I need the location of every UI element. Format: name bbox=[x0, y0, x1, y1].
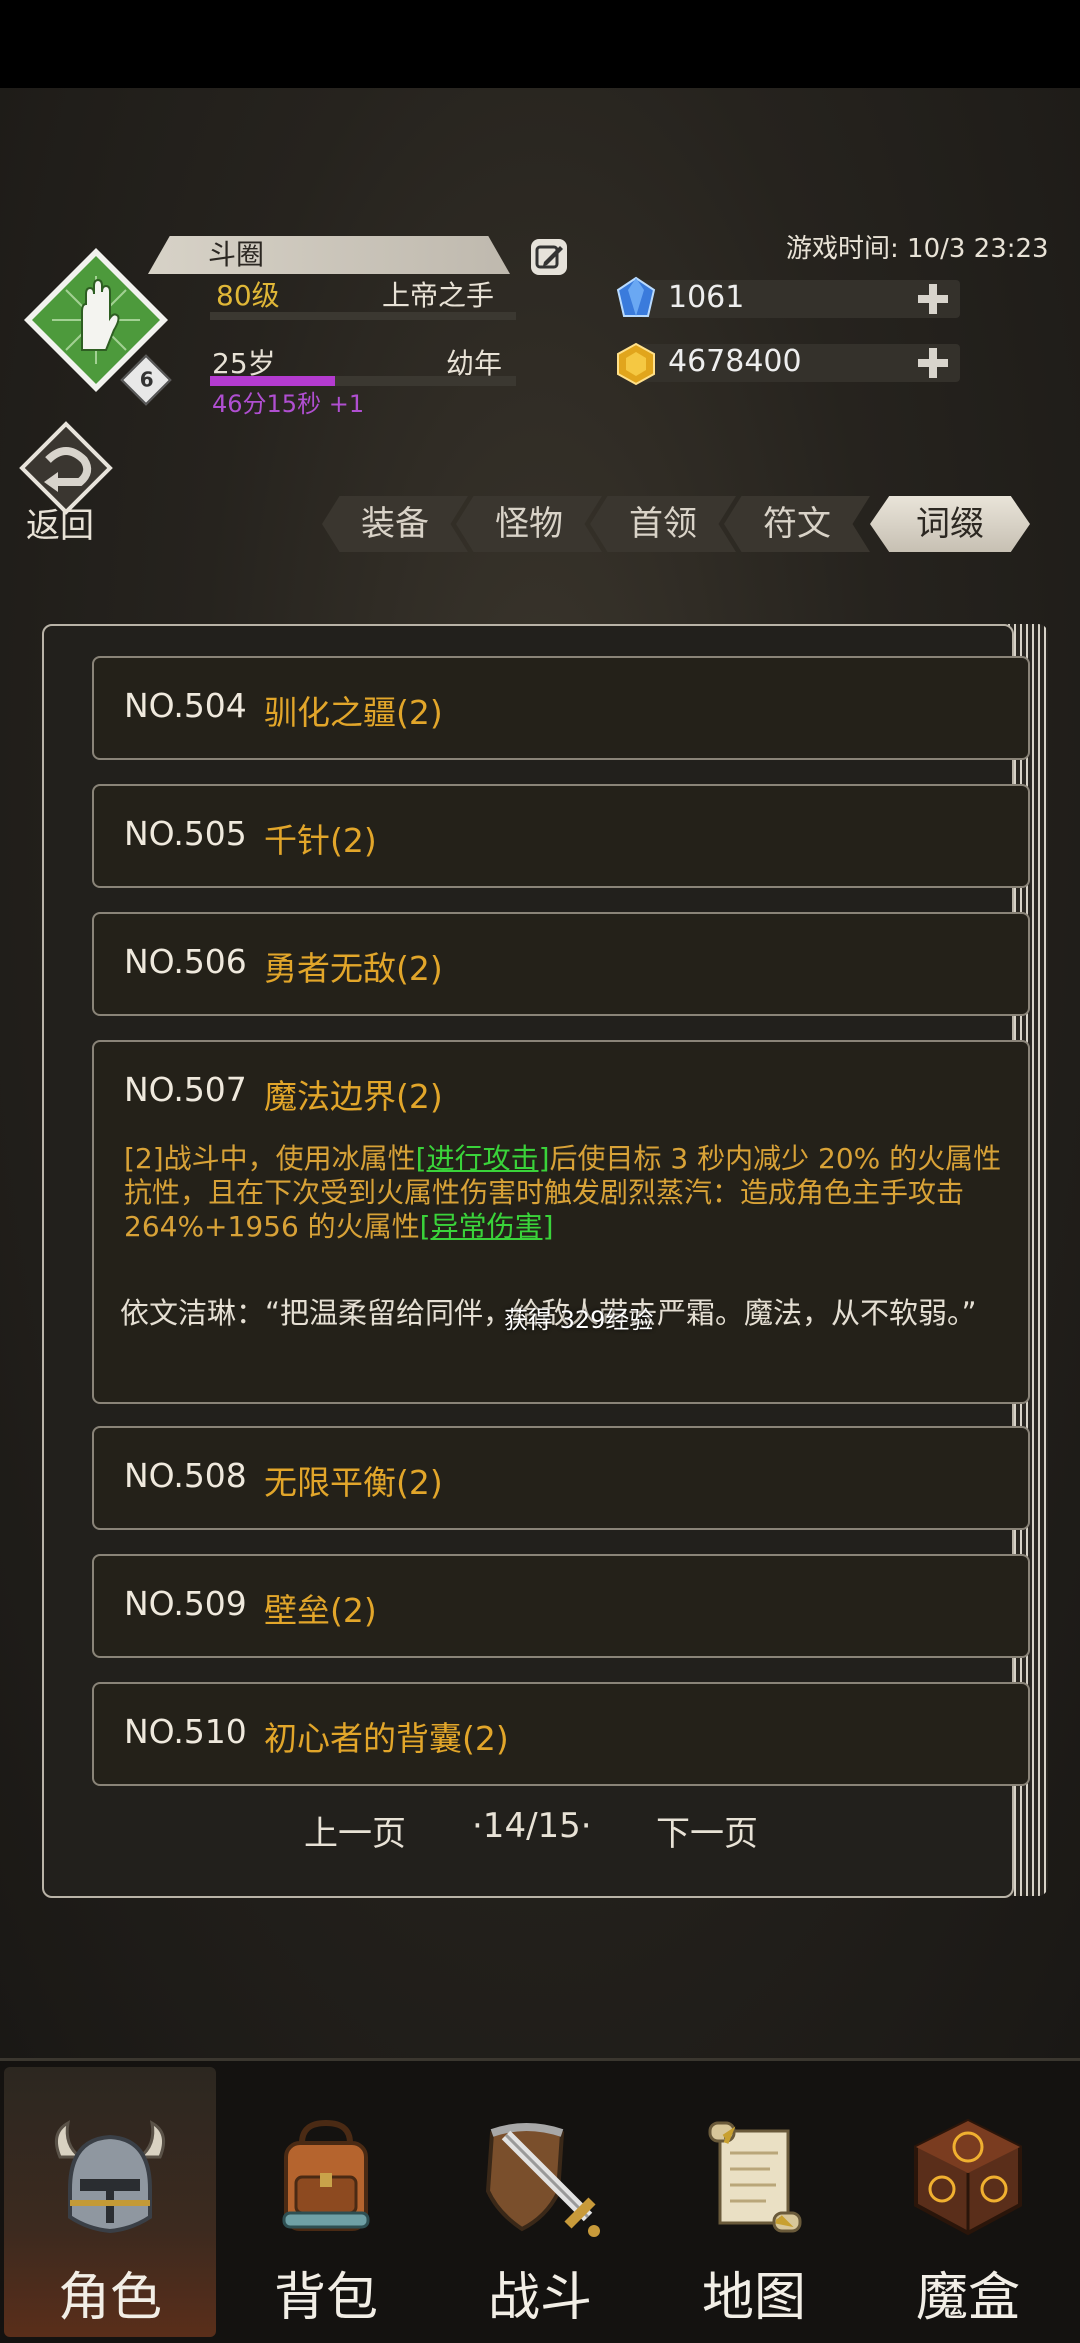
entry-description: [2]战斗中，使用冰属性[进行攻击]后使目标 3 秒内减少 20% 的火属性抗性… bbox=[124, 1142, 1004, 1244]
entry-number: NO.506 bbox=[124, 942, 247, 981]
status-bar bbox=[0, 0, 1080, 88]
entry-number: NO.509 bbox=[124, 1584, 247, 1623]
player-name: 斗圈 bbox=[208, 238, 265, 271]
abnormal-damage-link[interactable]: [异常伤害] bbox=[420, 1210, 554, 1243]
affix-codex-panel: NO.504 驯化之疆(2) NO.505 千针(2) NO.506 勇者无敌(… bbox=[42, 624, 1030, 1898]
entry-name: 初心者的背囊(2) bbox=[264, 1719, 509, 1758]
edit-icon[interactable] bbox=[530, 238, 568, 276]
exp-toast: 获得 329经验 bbox=[504, 1306, 654, 1334]
gem-icon bbox=[616, 276, 656, 317]
magic-box-icon bbox=[914, 2118, 1022, 2236]
description-text: [2]战斗中，使用冰属性 bbox=[124, 1142, 416, 1175]
next-page-button[interactable]: 下一页 bbox=[656, 1806, 758, 1855]
list-item[interactable]: NO.508 无限平衡(2) bbox=[92, 1426, 1030, 1530]
gold-count: 4678400 bbox=[668, 344, 802, 379]
gem-count: 1061 bbox=[668, 280, 745, 315]
nav-label: 角色 bbox=[57, 2268, 162, 2328]
entry-name: 千针(2) bbox=[264, 821, 377, 860]
entry-number: NO.504 bbox=[124, 686, 247, 725]
player-title: 上帝之手 bbox=[382, 279, 495, 312]
entry-name: 魔法边界(2) bbox=[264, 1077, 443, 1116]
list-item[interactable]: NO.509 壁垒(2) bbox=[92, 1554, 1030, 1658]
attack-link[interactable]: [进行攻击] bbox=[416, 1142, 550, 1175]
list-item[interactable]: NO.504 驯化之疆(2) bbox=[92, 656, 1030, 760]
entry-number: NO.510 bbox=[124, 1712, 247, 1751]
entry-number: NO.505 bbox=[124, 814, 247, 853]
tab-runes[interactable]: 符文 bbox=[724, 496, 870, 552]
entry-name: 无限平衡(2) bbox=[264, 1463, 443, 1502]
nav-backpack[interactable]: 背包 bbox=[220, 2067, 432, 2337]
page-indicator: ·14/15· bbox=[472, 1806, 592, 1846]
tab-monsters[interactable]: 怪物 bbox=[456, 496, 602, 552]
add-gold-button[interactable] bbox=[916, 346, 950, 380]
list-item[interactable]: NO.505 千针(2) bbox=[92, 784, 1030, 888]
player-level: 80级 bbox=[216, 279, 280, 312]
nav-label: 战斗 bbox=[487, 2268, 592, 2328]
prev-page-button[interactable]: 上一页 bbox=[304, 1806, 406, 1855]
nav-map[interactable]: 地图 bbox=[648, 2067, 860, 2337]
entry-name: 驯化之疆(2) bbox=[264, 693, 443, 732]
list-item[interactable]: NO.506 勇者无敌(2) bbox=[92, 912, 1030, 1016]
gold-icon bbox=[617, 342, 655, 386]
back-label[interactable]: 返回 bbox=[26, 498, 94, 547]
name-plate bbox=[148, 236, 510, 274]
age-timer: 46分15秒 +1 bbox=[212, 390, 365, 418]
game-time: 游戏时间: 10/3 23:23 bbox=[786, 234, 1049, 264]
helmet-icon bbox=[54, 2120, 166, 2234]
entry-name: 壁垒(2) bbox=[264, 1591, 377, 1630]
bottom-nav: 角色 背包 战斗 地图 魔盒 bbox=[0, 2058, 1080, 2343]
entry-name: 勇者无敌(2) bbox=[264, 949, 443, 988]
nav-label: 地图 bbox=[701, 2268, 806, 2328]
scroll-map-icon bbox=[708, 2121, 802, 2233]
backpack-icon bbox=[282, 2119, 370, 2231]
entry-number: NO.508 bbox=[124, 1456, 247, 1495]
tab-equipment[interactable]: 装备 bbox=[322, 496, 468, 552]
tab-affixes[interactable]: 词缀 bbox=[870, 496, 1030, 552]
nav-character[interactable]: 角色 bbox=[4, 2067, 216, 2337]
add-gem-button[interactable] bbox=[916, 282, 950, 316]
level-bar bbox=[210, 312, 516, 320]
tab-bosses[interactable]: 首领 bbox=[590, 496, 736, 552]
list-item[interactable]: NO.510 初心者的背囊(2) bbox=[92, 1682, 1030, 1786]
entry-number: NO.507 bbox=[124, 1070, 247, 1109]
nav-label: 魔盒 bbox=[915, 2268, 1020, 2328]
nav-magic-box[interactable]: 魔盒 bbox=[862, 2067, 1074, 2337]
list-item-expanded[interactable]: NO.507 魔法边界(2) [2]战斗中，使用冰属性[进行攻击]后使目标 3 … bbox=[92, 1040, 1030, 1404]
nav-label: 背包 bbox=[273, 2268, 378, 2328]
sword-shield-icon bbox=[485, 2123, 600, 2237]
nav-battle[interactable]: 战斗 bbox=[434, 2067, 646, 2337]
